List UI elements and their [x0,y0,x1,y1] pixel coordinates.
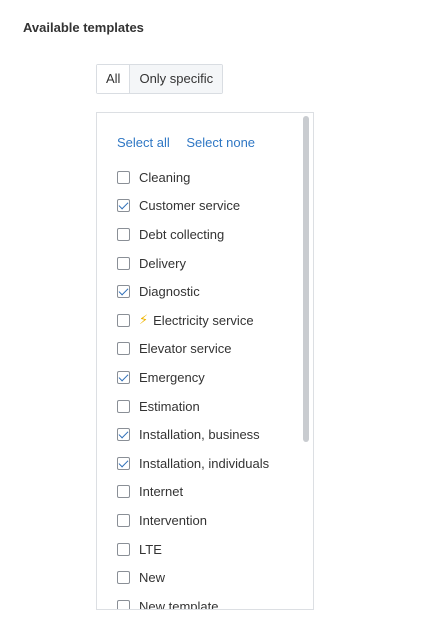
toggle-only-specific-button[interactable]: Only specific [129,65,223,93]
template-scope-toggle: All Only specific [96,64,224,94]
template-list-item[interactable]: Installation, business [117,420,297,449]
template-label: Estimation [139,398,200,414]
template-list-item[interactable]: Internet [117,478,297,507]
template-label: Emergency [139,369,205,385]
template-checkbox[interactable] [117,399,130,413]
template-label: Debt collecting [139,226,225,242]
template-list-item[interactable]: Emergency [117,363,297,392]
template-checkbox[interactable] [117,542,130,556]
template-checkbox[interactable] [117,342,130,356]
template-list-item[interactable]: Diagnostic [117,277,297,306]
template-checkbox[interactable] [117,285,130,299]
template-list-item[interactable]: Elevator service [117,335,297,364]
template-list-item[interactable]: LTE [117,535,297,564]
template-checkbox[interactable] [117,313,130,327]
template-label: Customer service [139,198,241,214]
template-checkbox[interactable] [117,256,130,270]
template-list-item[interactable]: Delivery [117,249,297,278]
section-title: Available templates [23,20,144,35]
template-label: LTE [139,541,162,557]
template-checkbox[interactable] [117,599,130,609]
template-list-item[interactable]: Cleaning [117,163,297,192]
lightning-icon: ⚡ [139,312,149,328]
template-checkbox[interactable] [117,170,130,184]
template-list-item[interactable]: New [117,563,297,592]
template-list: Cleaning Customer service Debt collecting D… [117,163,297,610]
template-list-item[interactable]: Intervention [117,506,297,535]
template-label: Cleaning [139,169,191,185]
template-checkbox[interactable] [117,571,130,585]
template-list-item[interactable]: ⚡ Electricity service [117,306,297,335]
template-label: Internet [139,484,184,500]
template-checkbox[interactable] [117,428,130,442]
template-label: Installation, individuals [139,455,270,471]
select-all-link[interactable]: Select all [117,135,170,150]
template-checkbox[interactable] [117,456,130,470]
template-list-item[interactable]: Customer service [117,192,297,221]
scrollbar-thumb[interactable] [303,116,309,442]
template-label: Diagnostic [139,284,200,300]
select-none-link[interactable]: Select none [186,135,255,150]
selection-actions: Select all Select none [117,135,268,150]
template-list-item[interactable]: New template [117,592,297,610]
template-list-item[interactable]: Installation, individuals [117,449,297,478]
template-label: Delivery [139,255,186,271]
template-checkbox[interactable] [117,227,130,241]
scrollbar[interactable] [300,114,312,608]
template-list-item[interactable]: Estimation [117,392,297,421]
template-label: Installation, business [139,427,260,443]
template-list-panel: Select all Select none Cleaning Customer … [96,112,314,610]
template-checkbox[interactable] [117,485,130,499]
template-checkbox[interactable] [117,199,130,213]
template-checkbox[interactable] [117,513,130,527]
template-label: New template [139,598,219,610]
template-label: Elevator service [139,341,232,357]
toggle-all-button[interactable]: All [97,65,130,93]
template-list-item[interactable]: Debt collecting [117,220,297,249]
template-label: Electricity service [153,312,254,328]
template-label: New [139,570,166,586]
template-checkbox[interactable] [117,370,130,384]
template-label: Intervention [139,512,207,528]
